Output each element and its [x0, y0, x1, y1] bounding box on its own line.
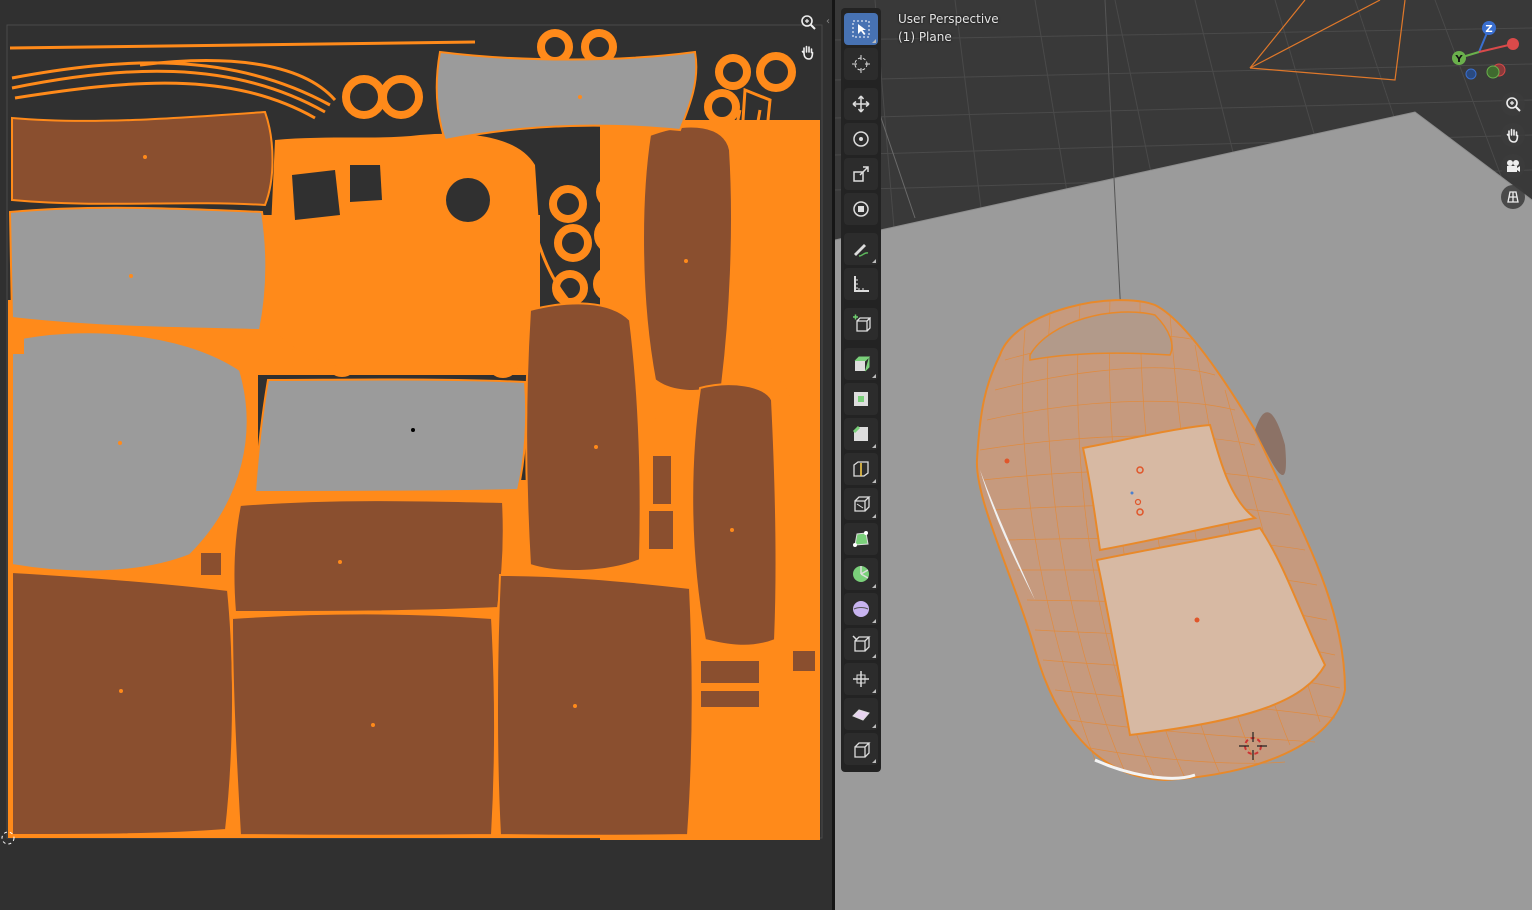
zoom-icon[interactable] [796, 10, 820, 34]
gizmo-y-label: Y [1454, 54, 1463, 65]
spin-icon[interactable] [844, 558, 878, 590]
navigation-gizmo[interactable]: Z Y [1441, 18, 1527, 84]
bevel-icon[interactable] [844, 418, 878, 450]
3d-viewport[interactable]: User Perspective (1) Plane Z Y [835, 0, 1532, 910]
tool-shelf [841, 8, 881, 772]
measure-icon[interactable] [844, 268, 878, 300]
hand-icon[interactable] [1501, 123, 1525, 147]
shear-icon[interactable] [844, 698, 878, 730]
uv-body-island [270, 133, 540, 372]
gizmo-neg-z [1465, 68, 1477, 80]
chevron-left-icon[interactable]: ‹ [826, 16, 830, 27]
transform-icon[interactable] [844, 193, 878, 225]
zoom-icon[interactable] [1501, 92, 1525, 116]
select-box-icon[interactable] [844, 13, 878, 45]
active-object-name: (1) Plane [898, 30, 952, 44]
viewport-scene[interactable] [835, 0, 1532, 910]
add-cube-icon[interactable] [844, 308, 878, 340]
uv-editor[interactable]: ‹ [0, 0, 832, 910]
gizmo-x-axis [1507, 38, 1519, 50]
scale-icon[interactable] [844, 158, 878, 190]
move-icon[interactable] [844, 88, 878, 120]
inset-faces-icon[interactable] [844, 383, 878, 415]
cursor-icon[interactable] [844, 48, 878, 80]
poly-build-icon[interactable] [844, 523, 878, 555]
viewport-info: User Perspective (1) Plane [898, 10, 999, 46]
shrink-fatten-icon[interactable] [844, 663, 878, 695]
loop-cut-icon[interactable] [844, 453, 878, 485]
rip-region-icon[interactable] [844, 733, 878, 765]
edge-slide-icon[interactable] [844, 628, 878, 660]
gizmo-neg-y [1486, 65, 1500, 79]
viewport-navigation [1501, 92, 1527, 216]
extrude-region-icon[interactable] [844, 348, 878, 380]
view-name: User Perspective [898, 12, 999, 26]
rotate-icon[interactable] [844, 123, 878, 155]
uv-navigation [796, 10, 822, 70]
hand-icon[interactable] [796, 40, 820, 64]
grid-icon[interactable] [1501, 185, 1525, 209]
gizmo-z-label: Z [1485, 24, 1492, 35]
smooth-icon[interactable] [844, 593, 878, 625]
camera-icon[interactable] [1501, 154, 1525, 178]
uv-canvas[interactable] [0, 0, 832, 910]
annotate-icon[interactable] [844, 233, 878, 265]
knife-icon[interactable] [844, 488, 878, 520]
